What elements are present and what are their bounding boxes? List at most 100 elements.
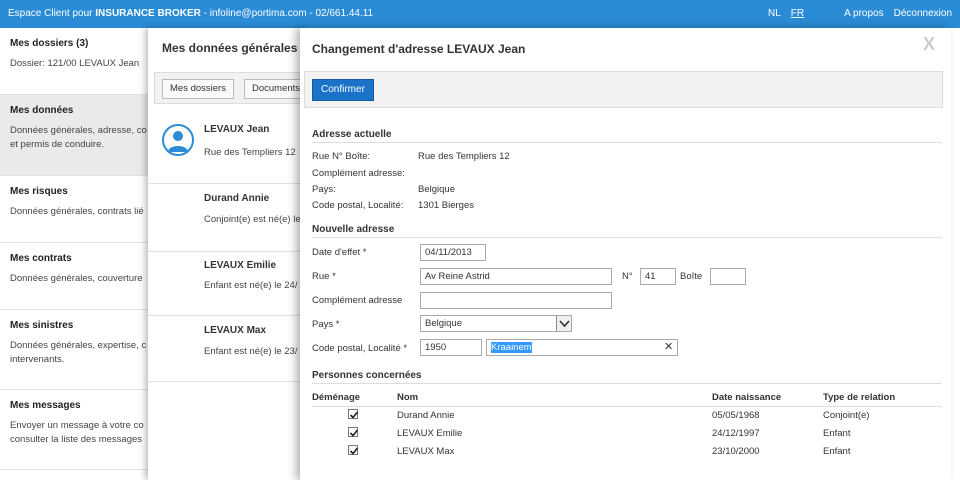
sidebar-item-text: et permis de conduire. <box>10 139 104 150</box>
current-street-label: Rue N° Boîte: <box>312 151 371 162</box>
sidebar-item-text: intervenants. <box>10 354 65 365</box>
street-label: Rue * <box>312 271 336 282</box>
close-icon[interactable]: X <box>923 34 935 55</box>
person-name: Durand Annie <box>204 193 270 204</box>
current-postal-label: Code postal, Localité: <box>312 200 404 211</box>
top-bar-links: NL FR A propos Déconnexion <box>758 8 952 19</box>
person-item[interactable]: LEVAUX Jean Rue des Templiers 12 <box>148 114 308 184</box>
complement-label: Complément adresse <box>312 295 403 306</box>
column-header-move: Déménage <box>312 392 361 403</box>
top-bar-prefix: Espace Client pour <box>8 8 96 19</box>
sidebar-item-title: Mes données <box>10 105 74 116</box>
person-info: Enfant est né(e) le 24/ <box>204 280 298 291</box>
divider <box>312 142 942 143</box>
person-item[interactable]: LEVAUX Emilie Enfant est né(e) le 24/ <box>148 252 308 316</box>
sidebar-item-contrats[interactable]: Mes contrats Données générales, couvertu… <box>0 243 160 310</box>
modal-toolbar: Confirmer <box>304 71 943 108</box>
current-complement-label: Complément adresse: <box>312 168 405 179</box>
city-input[interactable]: Kraainem <box>486 339 678 356</box>
sidebar-item-title: Mes dossiers (3) <box>10 38 89 49</box>
persons-concerned-title: Personnes concernées <box>312 370 422 381</box>
person-name: LEVAUX Max <box>204 325 267 336</box>
about-link[interactable]: A propos <box>844 8 883 19</box>
current-postal-value: 1301 Bierges <box>418 200 474 211</box>
sidebar-item-text: consulter la liste des messages <box>10 434 143 445</box>
column-header-name: Nom <box>397 392 419 403</box>
sidebar-item-text: Dossier: 121/00 LEVAUX Jean <box>10 58 140 69</box>
current-street-value: Rue des Templiers 12 <box>418 151 510 162</box>
relation-cell: Conjoint(e) <box>823 410 870 421</box>
divider <box>312 237 942 238</box>
person-name-cell: LEVAUX Max <box>397 446 455 457</box>
postal-city-label: Code postal, Localité * <box>312 343 408 354</box>
lang-nl-link[interactable]: NL <box>768 8 781 19</box>
person-info: Enfant est né(e) le 23/ <box>204 346 298 357</box>
general-data-panel: Mes données générales Mes dossiers Docum… <box>148 28 308 480</box>
postal-code-input[interactable]: 1950 <box>420 339 482 356</box>
country-select-value: Belgique <box>425 318 462 329</box>
current-country-label: Pays: <box>312 184 336 195</box>
top-bar: Espace Client pour INSURANCE BROKER - in… <box>0 0 960 28</box>
sidebar-item-title: Mes risques <box>10 186 68 197</box>
my-dossiers-button[interactable]: Mes dossiers <box>162 79 234 99</box>
clear-icon[interactable]: ✕ <box>664 340 673 353</box>
logout-link[interactable]: Déconnexion <box>894 8 952 19</box>
person-name-cell: LEVAUX Emilie <box>397 428 463 439</box>
sidebar-item-text: Données générales, expertise, c <box>10 340 147 351</box>
effective-date-input[interactable]: 04/11/2013 <box>420 244 486 261</box>
brand-name: INSURANCE BROKER <box>95 8 201 19</box>
sidebar-item-text: Envoyer un message à votre co <box>10 420 144 431</box>
country-label: Pays * <box>312 319 340 330</box>
person-name: LEVAUX Emilie <box>204 260 277 271</box>
divider <box>312 406 942 407</box>
chevron-down-icon[interactable] <box>556 316 571 331</box>
current-address-title: Adresse actuelle <box>312 129 392 140</box>
sidebar-item-title: Mes messages <box>10 400 81 411</box>
effective-date-label: Date d'effet * <box>312 247 367 258</box>
change-address-modal: Changement d'adresse LEVAUX Jean X Confi… <box>300 28 951 480</box>
panel-title: Mes données générales <box>162 41 298 55</box>
person-name-cell: Durand Annie <box>397 410 455 421</box>
current-country-value: Belgique <box>418 184 455 195</box>
city-input-value: Kraainem <box>491 342 532 353</box>
divider <box>312 383 942 384</box>
relation-cell: Enfant <box>823 446 851 457</box>
birth-date-cell: 23/10/2000 <box>712 446 760 457</box>
move-checkbox[interactable] <box>348 445 359 455</box>
sidebar-item-title: Mes sinistres <box>10 320 74 331</box>
modal-title: Changement d'adresse LEVAUX Jean <box>312 42 526 56</box>
sidebar-item-text: Données générales, couverture <box>10 273 143 284</box>
sidebar-item-donnees[interactable]: Mes données Données générales, adresse, … <box>0 95 160 176</box>
person-item[interactable]: LEVAUX Max Enfant est né(e) le 23/ <box>148 316 308 382</box>
complement-input[interactable] <box>420 292 612 309</box>
move-checkbox[interactable] <box>348 409 359 419</box>
birth-date-cell: 24/12/1997 <box>712 428 760 439</box>
person-info: Rue des Templiers 12 <box>204 147 296 158</box>
box-input[interactable] <box>710 268 746 285</box>
sidebar-item-sinistres[interactable]: Mes sinistres Données générales, experti… <box>0 310 160 390</box>
person-item[interactable]: Durand Annie Conjoint(e) est né(e) le <box>148 184 308 252</box>
documents-button[interactable]: Documents <box>244 79 308 99</box>
sidebar: Mes dossiers (3) Dossier: 121/00 LEVAUX … <box>0 28 160 480</box>
number-label: N° <box>622 271 633 282</box>
sidebar-item-risques[interactable]: Mes risques Données générales, contrats … <box>0 176 160 243</box>
sidebar-item-dossiers[interactable]: Mes dossiers (3) Dossier: 121/00 LEVAUX … <box>0 28 160 95</box>
country-select[interactable]: Belgique <box>420 315 572 332</box>
panel-toolbar: Mes dossiers Documents <box>154 72 308 104</box>
sidebar-item-text: Données générales, contrats lié <box>10 206 144 217</box>
person-name: LEVAUX Jean <box>204 124 270 135</box>
lang-fr-link[interactable]: FR <box>791 8 804 19</box>
confirm-button[interactable]: Confirmer <box>312 79 374 101</box>
column-header-relation: Type de relation <box>823 392 896 403</box>
move-checkbox[interactable] <box>348 427 359 437</box>
top-bar-title: Espace Client pour INSURANCE BROKER - in… <box>8 8 373 19</box>
box-label: Boîte <box>680 271 703 282</box>
contact-info: - infoline@portima.com - 02/661.44.11 <box>200 8 374 19</box>
new-address-title: Nouvelle adresse <box>312 224 395 235</box>
person-info: Conjoint(e) est né(e) le <box>204 214 301 225</box>
birth-date-cell: 05/05/1968 <box>712 410 760 421</box>
sidebar-item-messages[interactable]: Mes messages Envoyer un message à votre … <box>0 390 160 470</box>
sidebar-item-title: Mes contrats <box>10 253 72 264</box>
street-input[interactable]: Av Reine Astrid <box>420 268 612 285</box>
number-input[interactable]: 41 <box>640 268 676 285</box>
